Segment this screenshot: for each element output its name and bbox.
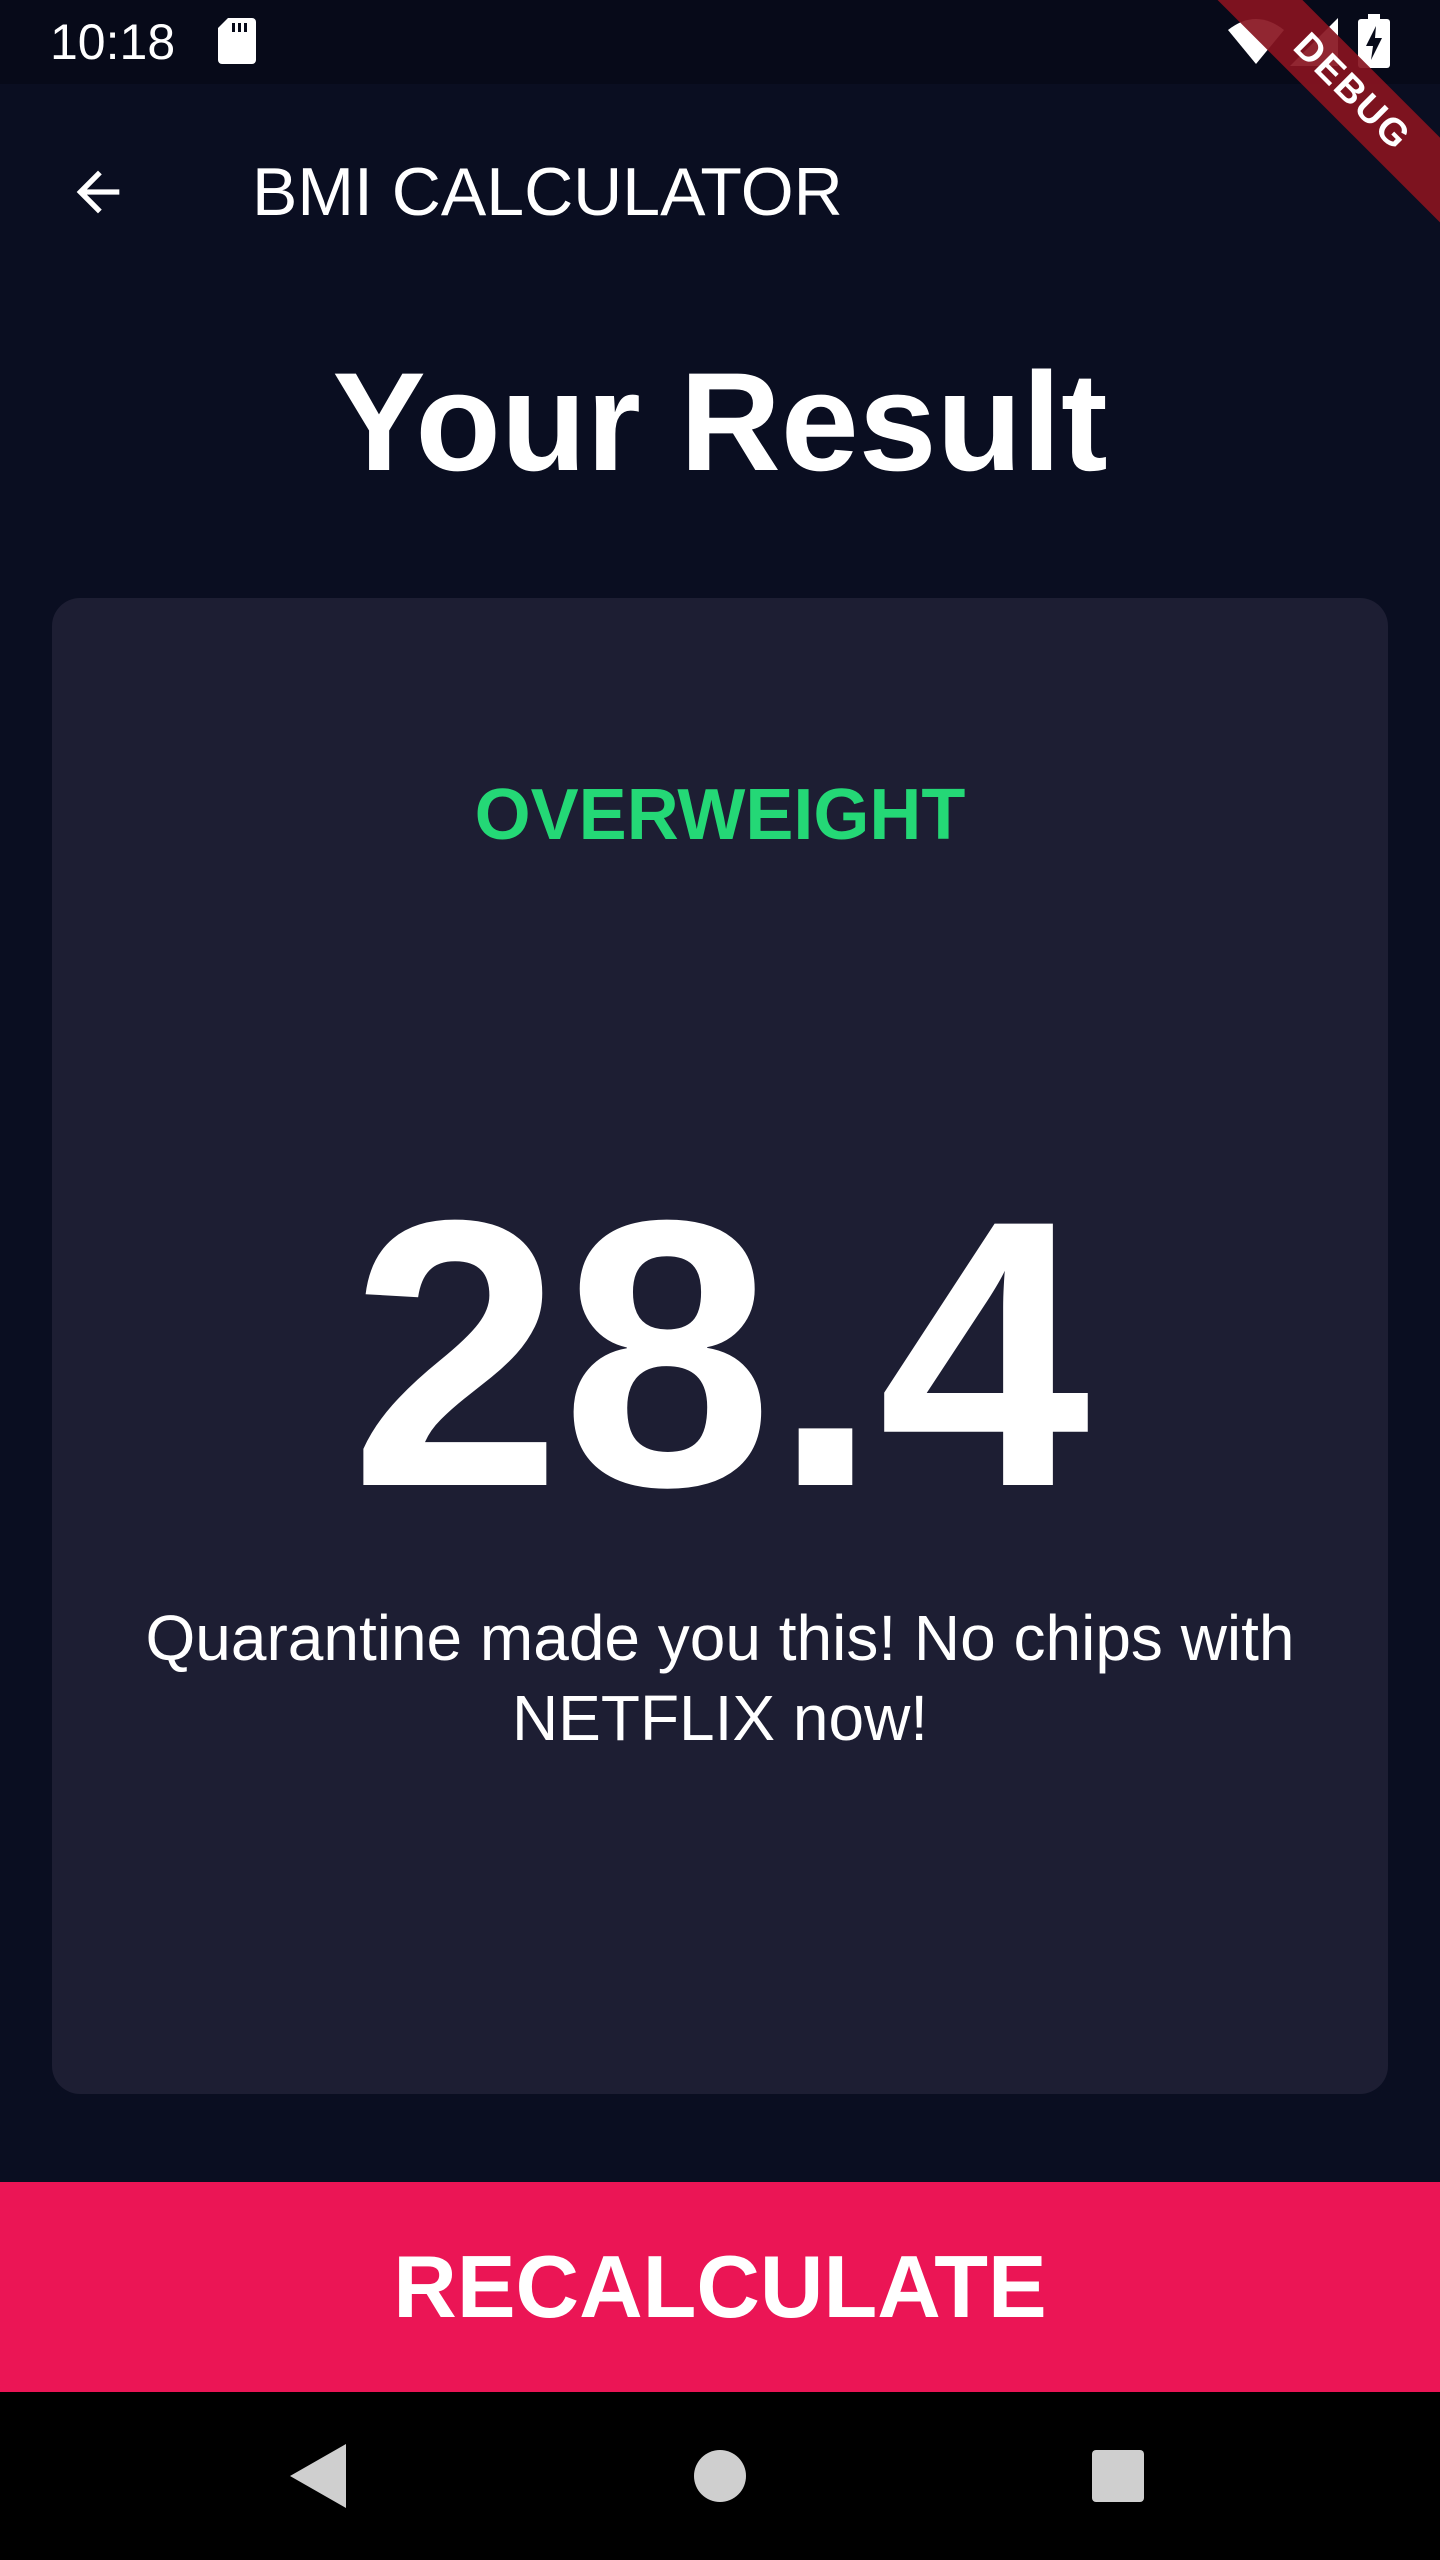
result-screen: 10:18 DEBUG BMI CALCULATOR Your Result O… <box>0 0 1440 2560</box>
status-bar: 10:18 <box>0 0 1440 84</box>
bmi-value: 28.4 <box>350 1141 1090 1566</box>
recalculate-label: RECALCULATE <box>393 2237 1047 2336</box>
result-status-label: OVERWEIGHT <box>474 775 966 855</box>
nav-home-icon[interactable] <box>694 2450 746 2502</box>
system-nav-bar <box>0 2392 1440 2560</box>
app-title: BMI CALCULATOR <box>252 154 843 230</box>
back-button[interactable] <box>40 134 156 250</box>
nav-recents-icon[interactable] <box>1092 2450 1144 2502</box>
app-bar: BMI CALCULATOR <box>0 84 1440 280</box>
status-time: 10:18 <box>50 14 176 70</box>
recalculate-button[interactable]: RECALCULATE <box>0 2182 1440 2392</box>
page-title: Your Result <box>332 343 1108 500</box>
nav-back-icon[interactable] <box>290 2444 346 2508</box>
sd-card-icon <box>218 18 256 64</box>
arrow-back-icon <box>76 170 120 214</box>
result-message: Quarantine made you this! No chips with … <box>145 1602 1295 1754</box>
result-card: OVERWEIGHT 28.4 Quarantine made you this… <box>52 598 1388 2094</box>
